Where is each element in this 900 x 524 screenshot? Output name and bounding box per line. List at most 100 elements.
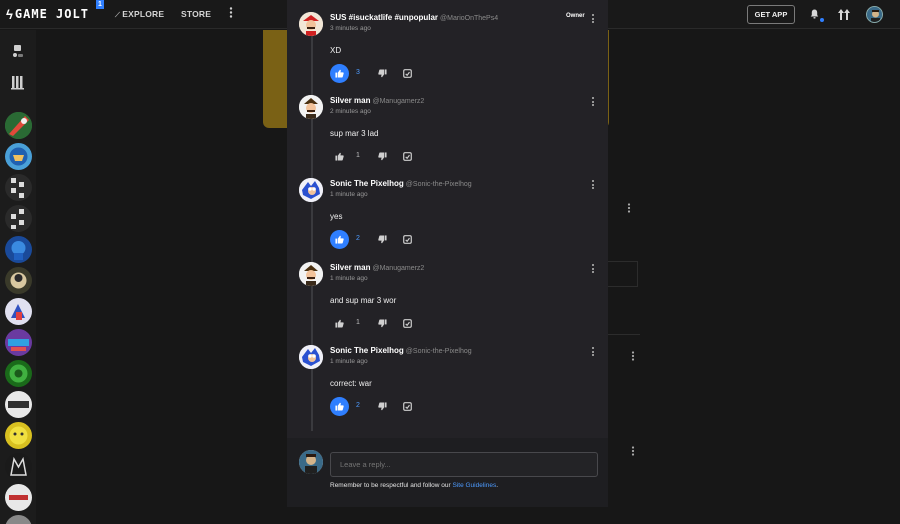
comment-text: XD xyxy=(330,46,342,55)
site-guidelines-link[interactable]: Site Guidelines xyxy=(452,482,496,489)
community-avatar[interactable] xyxy=(5,422,32,449)
author-handle[interactable]: @Manugamerz2 xyxy=(372,265,424,272)
notification-count-badge: 1 xyxy=(96,0,104,9)
community-avatar[interactable] xyxy=(5,360,32,387)
community-avatar[interactable] xyxy=(5,267,32,294)
community-avatar[interactable] xyxy=(5,205,32,232)
mario-avatar[interactable] xyxy=(299,262,323,286)
community-avatar[interactable] xyxy=(5,236,32,263)
author-handle[interactable]: @Sonic-the-Pixelhog xyxy=(406,348,472,355)
comment-author[interactable]: Silver man @Manugamerz2 xyxy=(330,96,424,105)
background-divider xyxy=(608,261,638,262)
sonic-avatar[interactable] xyxy=(299,345,323,369)
community-avatar[interactable] xyxy=(5,174,32,201)
store-link[interactable]: STORE xyxy=(181,9,211,19)
thumbs-down-icon[interactable] xyxy=(378,69,387,78)
background-divider xyxy=(637,261,638,287)
guidelines-text: Remember to be respectful and follow our xyxy=(330,482,453,489)
thumbs-down-icon[interactable] xyxy=(378,235,387,244)
like-count[interactable]: 3 xyxy=(356,69,360,76)
explore-link[interactable]: ⟋ EXPLORE xyxy=(115,9,164,20)
mario-avatar[interactable] xyxy=(299,12,323,36)
guidelines-period: . xyxy=(496,482,499,489)
like-button[interactable] xyxy=(330,64,349,83)
background-more-icon xyxy=(631,446,635,456)
like-count[interactable]: 1 xyxy=(356,319,360,326)
background-divider xyxy=(608,286,638,287)
community-avatar[interactable] xyxy=(5,143,32,170)
comment-text: correct: war xyxy=(330,379,372,388)
sonic-avatar[interactable] xyxy=(299,178,323,202)
like-count[interactable]: 2 xyxy=(356,402,360,409)
background-more-icon xyxy=(631,351,635,361)
comment-timestamp[interactable]: 2 minutes ago xyxy=(330,108,371,115)
comment-options-icon[interactable] xyxy=(591,14,595,25)
thumbs-down-icon[interactable] xyxy=(378,402,387,411)
get-app-button[interactable]: GET APP xyxy=(747,5,795,24)
author-handle[interactable]: @Sonic-the-Pixelhog xyxy=(406,181,472,188)
reply-icon[interactable] xyxy=(403,235,412,244)
comment-text: sup mar 3 lad xyxy=(330,129,379,138)
thumbs-down-icon[interactable] xyxy=(378,152,387,161)
author-name[interactable]: Silver man xyxy=(330,263,370,272)
author-handle[interactable]: @Manugamerz2 xyxy=(372,98,424,105)
user-avatar[interactable] xyxy=(866,6,883,23)
community-avatar[interactable] xyxy=(5,329,32,356)
thumbs-down-icon[interactable] xyxy=(378,319,387,328)
community-avatar[interactable] xyxy=(5,453,32,480)
mario-avatar[interactable] xyxy=(299,95,323,119)
thumbs-up-icon xyxy=(335,152,344,161)
comment-text: and sup mar 3 wor xyxy=(330,296,397,305)
library-icon[interactable] xyxy=(8,72,28,92)
friends-icon[interactable] xyxy=(838,9,850,20)
comment-options-icon[interactable] xyxy=(591,264,595,275)
logo-text: GAME JOLT xyxy=(14,7,89,21)
reply-input[interactable] xyxy=(330,452,598,477)
author-name[interactable]: SUS #isuckatlife #unpopular xyxy=(330,13,438,22)
thumbs-up-icon xyxy=(335,235,344,244)
like-button[interactable] xyxy=(330,314,349,333)
comment-author[interactable]: SUS #isuckatlife #unpopular @MarioOnThePs… xyxy=(330,13,498,22)
community-avatar[interactable] xyxy=(5,112,32,139)
comment-author[interactable]: Sonic The Pixelhog @Sonic-the-Pixelhog xyxy=(330,346,472,355)
author-name[interactable]: Silver man xyxy=(330,96,370,105)
reply-icon[interactable] xyxy=(403,402,412,411)
comment-author[interactable]: Silver man @Manugamerz2 xyxy=(330,263,424,272)
reply-icon[interactable] xyxy=(403,152,412,161)
reply-icon[interactable] xyxy=(403,69,412,78)
like-button[interactable] xyxy=(330,147,349,166)
thumbs-up-icon xyxy=(335,402,344,411)
like-button[interactable] xyxy=(330,397,349,416)
community-avatar[interactable] xyxy=(5,515,32,524)
comment-timestamp[interactable]: 1 minute ago xyxy=(330,358,368,365)
community-avatar[interactable] xyxy=(5,484,32,511)
explore-label: EXPLORE xyxy=(122,9,165,19)
like-button[interactable] xyxy=(330,230,349,249)
owner-badge: Owner xyxy=(566,13,585,19)
comment-options-icon[interactable] xyxy=(591,97,595,108)
activity-feed-icon[interactable] xyxy=(8,41,28,61)
more-menu-icon[interactable] xyxy=(228,7,234,18)
comment-text: yes xyxy=(330,212,343,221)
guidelines-notice: Remember to be respectful and follow our… xyxy=(330,482,498,489)
thumbs-up-icon xyxy=(335,69,344,78)
like-count[interactable]: 1 xyxy=(356,152,360,159)
comment-options-icon[interactable] xyxy=(591,347,595,358)
comment-timestamp[interactable]: 1 minute ago xyxy=(330,191,368,198)
notifications-bell-icon[interactable] xyxy=(810,9,819,19)
current-user-avatar xyxy=(299,450,323,474)
community-avatar[interactable] xyxy=(5,391,32,418)
background-more-icon xyxy=(627,203,631,213)
reply-composer: Remember to be respectful and follow our… xyxy=(287,438,608,507)
author-name[interactable]: Sonic The Pixelhog xyxy=(330,346,404,355)
reply-icon[interactable] xyxy=(403,319,412,328)
author-name[interactable]: Sonic The Pixelhog xyxy=(330,179,404,188)
community-avatar[interactable] xyxy=(5,298,32,325)
comment-options-icon[interactable] xyxy=(591,180,595,191)
comment-timestamp[interactable]: 3 minutes ago xyxy=(330,25,371,32)
author-handle[interactable]: @MarioOnThePs4 xyxy=(440,15,498,22)
comment-author[interactable]: Sonic The Pixelhog @Sonic-the-Pixelhog xyxy=(330,179,472,188)
comment-timestamp[interactable]: 1 minute ago xyxy=(330,275,368,282)
like-count[interactable]: 2 xyxy=(356,235,360,242)
gamejolt-logo[interactable]: ϟ GAME JOLT xyxy=(6,7,89,22)
